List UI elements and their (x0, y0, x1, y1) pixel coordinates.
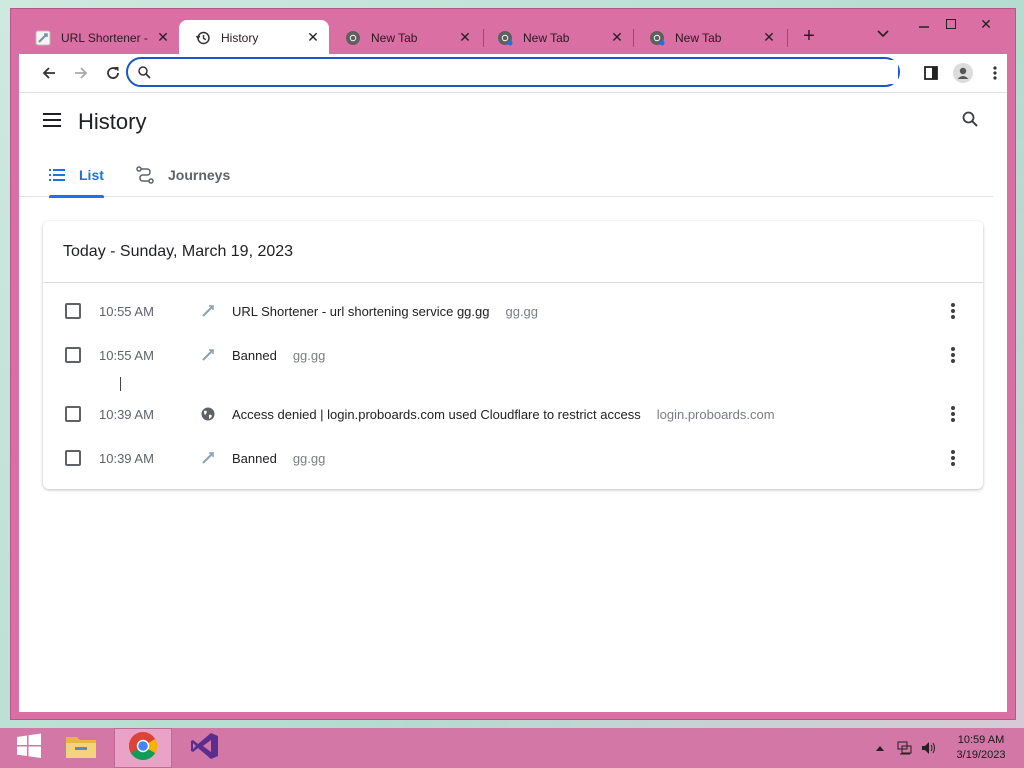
entry-time: 10:39 AM (99, 450, 154, 466)
volume-icon[interactable] (921, 728, 937, 768)
close-icon[interactable]: ✕ (609, 29, 625, 46)
history-entry[interactable]: 10:55 AM URL Shortener - url shortening … (43, 289, 983, 333)
chrome-icon (128, 731, 158, 766)
tab-title: New Tab (523, 30, 570, 45)
tab-new-tab-1[interactable]: New Tab ✕ (329, 20, 481, 55)
entry-title: Banned (232, 347, 277, 363)
back-button[interactable] (37, 61, 61, 85)
windows-logo-icon (16, 733, 42, 764)
globe-icon (200, 406, 216, 422)
tab-history[interactable]: History ✕ (179, 20, 329, 55)
profile-avatar-icon[interactable] (951, 61, 975, 85)
entry-checkbox[interactable] (65, 347, 81, 363)
url-shortener-favicon (200, 347, 216, 363)
browser-window: URL Shortener - ✕ History ✕ New Tab ✕ Ne… (10, 8, 1016, 720)
hamburger-menu-icon[interactable] (43, 113, 61, 131)
page-title: History (78, 109, 147, 134)
close-icon[interactable]: ✕ (305, 29, 321, 46)
history-icon (195, 30, 211, 46)
show-hidden-icons-chevron-up-icon[interactable] (876, 728, 884, 768)
clock[interactable]: 10:59 AM 3/19/2023 (950, 733, 1012, 763)
start-button[interactable] (0, 728, 58, 768)
entry-time: 10:55 AM (99, 303, 154, 319)
browser-toolbar (19, 54, 1007, 92)
entry-title: URL Shortener - url shortening service g… (232, 303, 490, 319)
reload-button[interactable] (101, 61, 125, 85)
day-header: Today - Sunday, March 19, 2023 (43, 221, 983, 283)
url-shortener-favicon (200, 303, 216, 319)
visual-studio-taskbar-button[interactable] (176, 728, 234, 768)
text-cursor (120, 377, 121, 391)
entry-checkbox[interactable] (65, 406, 81, 422)
close-icon[interactable]: ✕ (761, 29, 777, 46)
search-icon (138, 65, 151, 79)
new-tab-button[interactable]: + (797, 25, 821, 49)
journeys-icon (136, 166, 154, 184)
url-shortener-favicon (200, 450, 216, 466)
entry-title-link[interactable]: Banned gg.gg (232, 451, 325, 466)
list-icon (49, 169, 65, 181)
search-history-icon[interactable] (962, 111, 978, 132)
entry-title-link[interactable]: Banned gg.gg (232, 348, 325, 363)
entry-title: Access denied | login.proboards.com used… (232, 406, 641, 422)
chrome-taskbar-button[interactable] (114, 728, 172, 768)
forward-button[interactable] (69, 61, 93, 85)
entry-title-link[interactable]: Access denied | login.proboards.com used… (232, 407, 775, 422)
tab-title: New Tab (371, 30, 418, 45)
entry-time: 10:55 AM (99, 347, 154, 363)
file-explorer-taskbar-button[interactable] (52, 728, 110, 768)
tab-strip: URL Shortener - ✕ History ✕ New Tab ✕ Ne… (11, 9, 1015, 55)
history-entry[interactable]: 10:39 AM Banned gg.gg (43, 436, 983, 480)
entry-title-link[interactable]: URL Shortener - url shortening service g… (232, 304, 538, 319)
entry-domain: gg.gg (292, 450, 326, 466)
entry-domain: gg.gg (505, 303, 539, 319)
taskbar: 10:59 AM 3/19/2023 (0, 728, 1024, 768)
close-icon[interactable]: ✕ (457, 29, 473, 46)
entry-title: Banned (232, 450, 277, 466)
visual-studio-icon (190, 731, 220, 766)
chrome-icon (497, 30, 513, 46)
tab-journeys[interactable]: Journeys (136, 153, 230, 197)
more-actions-icon[interactable] (945, 404, 961, 424)
entry-time: 10:39 AM (99, 406, 154, 422)
menu-kebab-icon[interactable] (983, 61, 1007, 85)
tab-new-tab-3[interactable]: New Tab ✕ (633, 20, 785, 55)
clock-date: 3/19/2023 (956, 749, 1006, 761)
more-actions-icon[interactable] (945, 345, 961, 365)
tab-separator (787, 29, 788, 47)
tab-title: New Tab (675, 30, 722, 45)
history-entry[interactable]: 10:39 AM Access denied | login.proboards… (43, 392, 983, 436)
tab-list[interactable]: List (49, 153, 104, 198)
entry-domain: gg.gg (292, 347, 326, 363)
address-bar[interactable] (126, 57, 900, 87)
close-icon[interactable]: ✕ (155, 29, 171, 46)
tab-search-chevron-down-icon[interactable] (877, 27, 889, 41)
history-day-card: Today - Sunday, March 19, 2023 10:55 AM … (43, 221, 983, 489)
tab-title: History (221, 30, 259, 45)
address-input[interactable] (159, 60, 898, 84)
minimize-button[interactable] (909, 13, 939, 35)
side-panel-icon[interactable] (919, 61, 943, 85)
history-page: History List Journeys Today - Sunday, Ma… (19, 92, 1007, 712)
more-actions-icon[interactable] (945, 448, 961, 468)
url-shortener-favicon (35, 30, 51, 46)
clock-time: 10:59 AM (957, 734, 1005, 746)
maximize-button[interactable] (936, 13, 966, 35)
history-tabs: List Journeys (19, 153, 993, 198)
entry-domain: login.proboards.com (656, 406, 775, 422)
more-actions-icon[interactable] (945, 301, 961, 321)
tab-url-shortener[interactable]: URL Shortener - ✕ (19, 20, 179, 55)
network-icon[interactable] (897, 728, 913, 768)
tab-list-label: List (79, 167, 104, 183)
tab-journeys-label: Journeys (168, 167, 231, 183)
tab-title: URL Shortener - (61, 30, 148, 45)
history-entry[interactable]: 10:55 AM Banned gg.gg (43, 333, 983, 377)
folder-icon (65, 732, 97, 765)
entry-checkbox[interactable] (65, 450, 81, 466)
tab-new-tab-2[interactable]: New Tab ✕ (481, 20, 633, 55)
chrome-icon (345, 30, 361, 46)
close-window-button[interactable]: ✕ (971, 13, 1001, 35)
entry-checkbox[interactable] (65, 303, 81, 319)
chrome-icon (649, 30, 665, 46)
